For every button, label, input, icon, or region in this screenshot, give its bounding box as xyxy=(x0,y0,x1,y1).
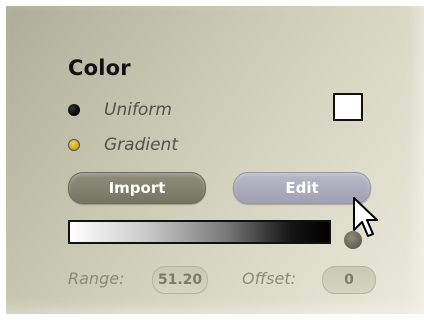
import-button[interactable]: Import xyxy=(68,172,206,204)
radio-uniform[interactable]: Uniform xyxy=(68,100,228,122)
range-field[interactable]: 51.20 xyxy=(152,266,208,294)
radio-label-gradient: Gradient xyxy=(104,135,178,155)
gradient-preview-bar[interactable] xyxy=(68,220,331,244)
arrow-cursor-icon xyxy=(353,197,378,237)
offset-label: Offset: xyxy=(242,269,296,288)
radio-gradient[interactable]: Gradient xyxy=(68,135,228,157)
offset-field[interactable]: 0 xyxy=(322,266,376,294)
radio-unselected-icon xyxy=(68,139,80,151)
color-panel: Color Uniform Gradient Import Edit Range… xyxy=(6,6,424,314)
radio-label-uniform: Uniform xyxy=(104,100,172,120)
section-title: Color xyxy=(68,56,131,80)
radio-selected-icon xyxy=(68,104,80,116)
range-label: Range: xyxy=(68,269,125,288)
color-swatch[interactable] xyxy=(333,93,363,121)
